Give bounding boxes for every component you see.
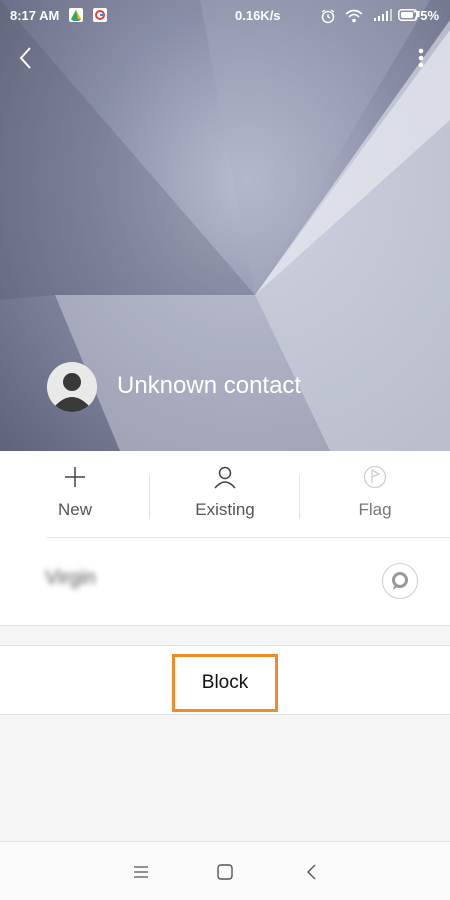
nav-back-button[interactable] (298, 858, 326, 886)
person-icon (214, 466, 236, 489)
contact-actions: New Existing Flag (0, 451, 450, 537)
divider (0, 625, 450, 626)
wifi-icon (345, 8, 363, 27)
alarm-icon (320, 8, 336, 27)
contact-header: 8:17 AM 0.16K/s 75% Unknown contact (0, 0, 450, 451)
more-vert-icon (418, 48, 424, 68)
plus-icon (65, 467, 85, 487)
status-time: 8:17 AM (10, 8, 60, 23)
signal-icon (373, 8, 393, 25)
back-icon (307, 864, 316, 880)
back-arrow-icon (19, 47, 31, 69)
navigation-bar (0, 841, 450, 900)
google-icon (93, 8, 107, 22)
status-bar: 8:17 AM 0.16K/s 75% (0, 0, 450, 32)
drive-icon (69, 8, 83, 22)
back-button[interactable] (10, 42, 42, 74)
phone-number-row: Virgin (0, 537, 450, 625)
block-row: Block (0, 645, 450, 715)
divider (47, 537, 450, 538)
new-label: New (57, 500, 92, 519)
avatar-icon (47, 362, 97, 412)
battery-percent: 75% (413, 8, 440, 23)
new-contact-button[interactable]: New (0, 451, 150, 537)
message-button[interactable] (382, 563, 418, 599)
flag-icon (363, 465, 387, 489)
phone-number[interactable]: Virgin (45, 567, 96, 590)
menu-button[interactable] (127, 858, 155, 886)
flag-label: Flag (358, 500, 392, 519)
existing-label: Existing (195, 500, 255, 519)
menu-icon (134, 866, 148, 878)
contact-name: Unknown contact (117, 372, 302, 399)
block-button[interactable]: Block (172, 654, 278, 712)
home-button[interactable] (211, 858, 239, 886)
message-bubble-icon (392, 572, 408, 590)
network-speed: 0.16K/s (235, 8, 281, 23)
existing-contact-button[interactable]: Existing (150, 451, 300, 537)
contact-avatar (47, 362, 97, 412)
home-icon (217, 864, 233, 880)
flag-button[interactable]: Flag (300, 451, 450, 537)
more-options-button[interactable] (406, 42, 436, 74)
